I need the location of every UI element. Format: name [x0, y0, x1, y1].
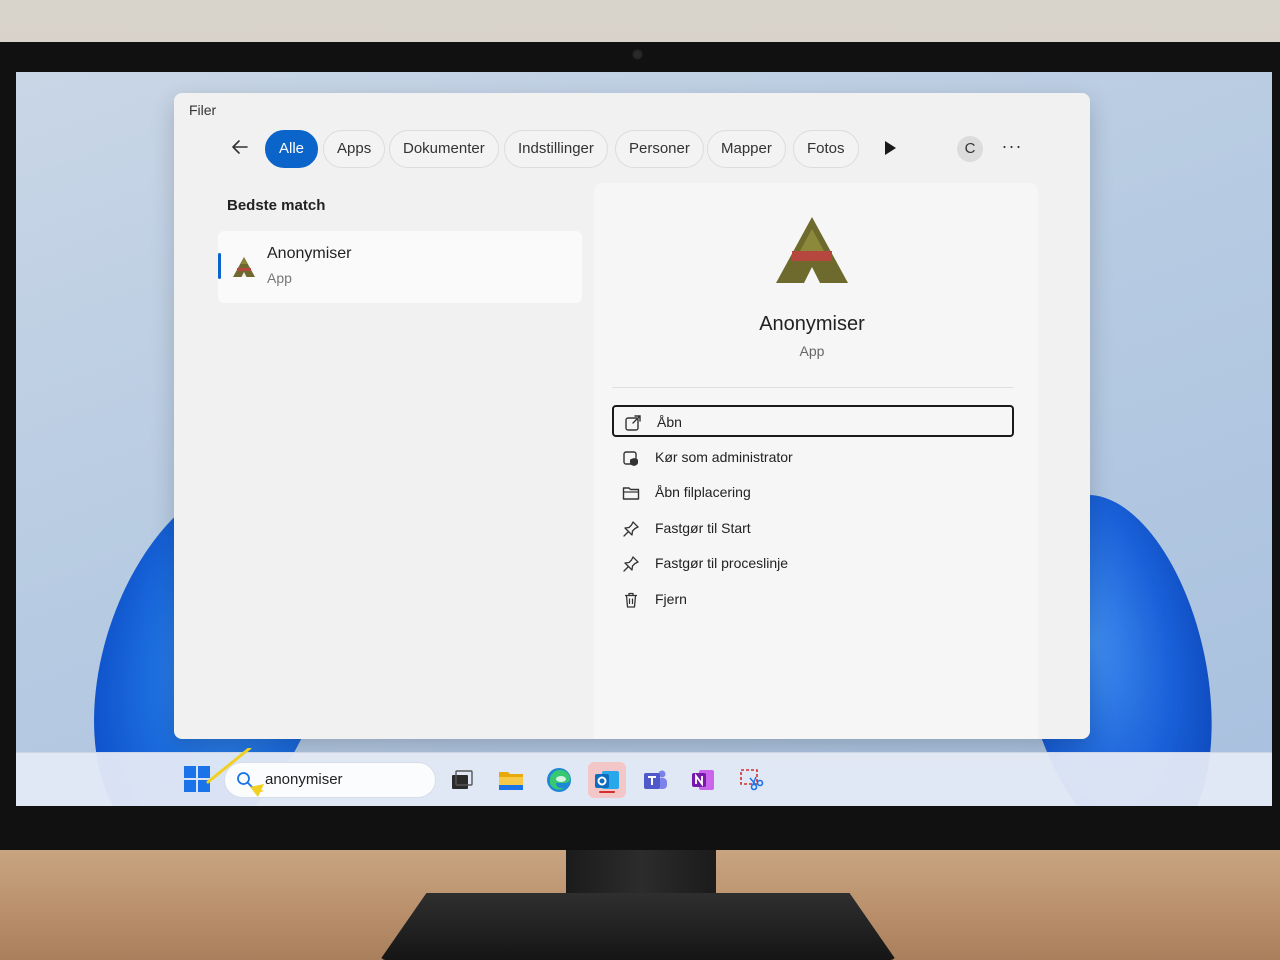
action-label: Kør som administrator — [655, 449, 793, 465]
action-open-file-location[interactable]: Åbn filplacering — [612, 477, 1014, 509]
filter-chip-dokumenter[interactable]: Dokumenter — [389, 130, 499, 168]
snipping-tool-app[interactable] — [732, 762, 770, 798]
snipping-tool-icon — [740, 769, 764, 791]
action-pin-to-taskbar[interactable]: Fastgør til proceslinje — [612, 548, 1014, 580]
anonymiser-app-icon — [233, 257, 255, 277]
filter-chip-apps[interactable]: Apps — [323, 130, 386, 168]
outlook-app[interactable] — [588, 762, 626, 798]
detail-app-name: Anonymiser — [759, 313, 865, 335]
more-options-icon[interactable]: ··· — [1000, 136, 1024, 160]
edge-app[interactable] — [540, 762, 578, 798]
pin-icon — [623, 556, 639, 572]
best-match-title: Bedste match — [227, 197, 326, 214]
best-match-result[interactable]: Anonymiser App — [218, 231, 582, 303]
annotation-arrow-icon — [206, 748, 264, 797]
action-label: Fjern — [655, 591, 687, 607]
panel-header: Filer — [189, 102, 217, 118]
shield-admin-icon — [623, 451, 638, 466]
filter-chip-alle[interactable]: Alle — [265, 130, 319, 168]
action-label: Fastgør til Start — [655, 520, 751, 536]
search-input[interactable]: anonymiser — [265, 771, 343, 788]
desktop-screen: Filer Alle Apps Dokumenter Indstillinger… — [16, 72, 1272, 806]
file-explorer-app[interactable] — [492, 762, 530, 798]
anonymiser-large-icon — [776, 217, 848, 283]
pin-icon — [623, 521, 639, 537]
webcam — [632, 49, 643, 60]
filter-chip-personer[interactable]: Personer — [615, 130, 704, 168]
trash-icon — [625, 592, 637, 608]
edge-icon — [547, 768, 571, 792]
more-filters-play-icon[interactable] — [882, 139, 898, 157]
filter-chip-indstillinger[interactable]: Indstillinger — [504, 130, 608, 168]
result-name: Anonymiser — [267, 245, 352, 262]
onenote-icon — [692, 770, 714, 790]
monitor-stand-base — [380, 893, 896, 960]
detail-divider — [612, 387, 1014, 388]
detail-pane: Anonymiser App Åbn Kør som administrator — [594, 183, 1038, 739]
outlook-icon — [595, 771, 619, 793]
task-view-app[interactable] — [443, 762, 481, 798]
action-pin-to-start[interactable]: Fastgør til Start — [612, 513, 1014, 545]
search-panel: Filer Alle Apps Dokumenter Indstillinger… — [174, 93, 1090, 739]
action-uninstall[interactable]: Fjern — [612, 584, 1014, 616]
task-view-icon — [452, 770, 473, 789]
onenote-app[interactable] — [684, 762, 722, 798]
file-explorer-icon — [499, 772, 523, 790]
selection-indicator — [218, 253, 221, 279]
folder-icon — [622, 487, 640, 500]
account-avatar[interactable]: C — [957, 136, 983, 162]
filter-chip-mapper[interactable]: Mapper — [707, 130, 786, 168]
result-type: App — [267, 270, 292, 286]
detail-app-type: App — [799, 343, 825, 359]
teams-icon — [644, 770, 667, 789]
action-label: Åbn filplacering — [655, 484, 751, 500]
action-label: Åbn — [657, 414, 682, 430]
back-arrow-icon[interactable] — [230, 137, 250, 157]
open-external-icon — [625, 415, 641, 431]
action-label: Fastgør til proceslinje — [655, 555, 789, 571]
filter-chip-fotos[interactable]: Fotos — [793, 130, 859, 168]
action-open[interactable]: Åbn — [612, 405, 1014, 437]
action-run-as-admin[interactable]: Kør som administrator — [612, 442, 1014, 474]
teams-app[interactable] — [636, 762, 674, 798]
